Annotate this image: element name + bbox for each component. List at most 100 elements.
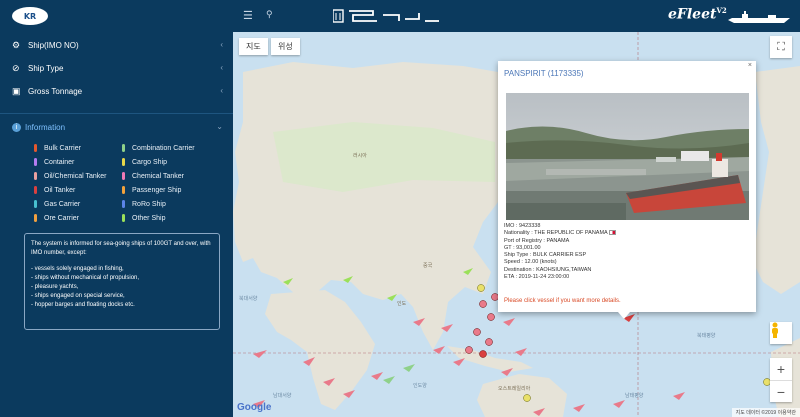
kr-logo[interactable]: KR bbox=[12, 7, 48, 25]
map-label: 인도양 bbox=[413, 383, 427, 389]
legend-label: RoRo Ship bbox=[132, 200, 166, 208]
detail-imo: IMO : 9423338 bbox=[504, 223, 541, 229]
ship-marker bbox=[487, 313, 495, 321]
briefcase-icon: ▣ bbox=[12, 86, 21, 96]
gear-icon: ⚙ bbox=[12, 40, 21, 50]
detail-nationality: Nationality : THE REPUBLIC OF PANAMA bbox=[504, 230, 616, 237]
detail-ship-type: Ship Type : BULK CARRIER ESP bbox=[504, 252, 587, 259]
map-label: 북태평양 bbox=[697, 333, 716, 339]
legend-item: Chemical Tanker bbox=[122, 170, 222, 182]
ship-pin-icon bbox=[122, 172, 125, 180]
center-logo-icon bbox=[333, 9, 439, 23]
tab-map[interactable]: 지도 bbox=[239, 38, 268, 55]
street-view-button[interactable] bbox=[770, 322, 792, 344]
legend-label: Bulk Carrier bbox=[44, 144, 81, 152]
tab-satellite[interactable]: 위성 bbox=[271, 38, 300, 55]
notice-item: - hopper barges and floating docks etc. bbox=[31, 302, 135, 308]
legend-label: Cargo Ship bbox=[132, 158, 168, 166]
legend-label: Oil/Chemical Tanker bbox=[44, 172, 107, 180]
notice-intro: The system is informed for sea-going shi… bbox=[31, 241, 211, 256]
menu-ship-type[interactable]: ⊘ Ship Type ‹ bbox=[0, 57, 233, 80]
ship-pin-icon bbox=[34, 214, 37, 222]
vessel-title: PANSPIRIT (1173335) bbox=[504, 69, 584, 78]
hamburger-icon[interactable]: ☰ bbox=[243, 9, 253, 22]
menu-label: Gross Tonnage bbox=[28, 87, 83, 96]
ship-marker bbox=[479, 300, 487, 308]
check-circle-icon: ⊘ bbox=[12, 63, 20, 73]
ship-pin-icon bbox=[34, 144, 37, 152]
legend-item: Gas Carrier bbox=[34, 198, 122, 210]
ship-pin-icon bbox=[34, 158, 37, 166]
menu-label: Ship Type bbox=[28, 64, 64, 73]
brand-fleet: Fleet bbox=[676, 6, 717, 23]
legend-label: Other Ship bbox=[132, 214, 166, 222]
more-details-hint: Please click vessel if you want more det… bbox=[504, 298, 621, 304]
chevron-down-icon: ⌄ bbox=[216, 122, 223, 131]
detail-eta: ETA : 2019-11-24 23:00:00 bbox=[504, 274, 570, 281]
vessel-details: IMO : 9423338 Nationality : THE REPUBLIC… bbox=[504, 223, 616, 281]
world-map[interactable]: 북대서양 남대서양 인도양 오스트레일리아 중국 인도 러시아 북태평양 남태평… bbox=[233, 32, 800, 417]
menu-ship-imo[interactable]: ⚙ Ship(IMO NO) ‹ bbox=[0, 34, 233, 57]
legend-item: Bulk Carrier bbox=[34, 142, 122, 154]
map-attribution[interactable]: 지도 데이터 ©2019 이용약관 bbox=[731, 408, 800, 417]
legend-item: Passenger Ship bbox=[122, 184, 222, 196]
detail-gt: GT : 93,001.00 bbox=[504, 244, 541, 251]
legend-item: RoRo Ship bbox=[122, 198, 222, 210]
close-button[interactable]: × bbox=[748, 62, 752, 69]
ship-marker bbox=[479, 350, 487, 358]
pegman-icon bbox=[772, 322, 778, 338]
map-label: 중국 bbox=[423, 263, 433, 269]
map-label: 남대서양 bbox=[273, 393, 292, 399]
legend-item: Oil/Chemical Tanker bbox=[34, 170, 122, 182]
vessel-info-popup: × PANSPIRIT (1173335) IMO: 9423338 Nati… bbox=[498, 61, 756, 319]
ship-pin-icon bbox=[34, 186, 37, 194]
sidebar-menu: ⚙ Ship(IMO NO) ‹ ⊘ Ship Type ‹ ▣ Gross T… bbox=[0, 32, 233, 136]
legend-item: Cargo Ship bbox=[122, 156, 222, 168]
popup-tail bbox=[618, 312, 630, 319]
notice-box: The system is informed for sea-going shi… bbox=[24, 233, 220, 330]
legend-label: Gas Carrier bbox=[44, 200, 81, 208]
chevron-left-icon: ‹ bbox=[220, 86, 223, 95]
map-label: 러시아 bbox=[353, 153, 367, 159]
legend-item: Combination Carrier bbox=[122, 142, 222, 154]
ship-pin-icon bbox=[122, 186, 125, 194]
ship-pin-icon bbox=[34, 172, 37, 180]
menu-label: Information bbox=[25, 122, 66, 132]
menu-label: Ship(IMO NO) bbox=[28, 41, 79, 50]
efleet-app: KR ☰ ⚲ eFleetV2 ⚙ Ship(IMO NO) ‹ ⊘ Ship … bbox=[0, 0, 800, 417]
fullscreen-button[interactable]: ⛶ bbox=[770, 36, 792, 58]
panama-flag-icon bbox=[608, 230, 616, 236]
detail-destination: Destination : KAOHSIUNG,TAIWAN bbox=[504, 266, 592, 273]
map-label: 인도 bbox=[397, 301, 407, 307]
menu-information[interactable]: i Information ⌄ bbox=[0, 113, 233, 136]
chevron-left-icon: ‹ bbox=[220, 63, 223, 72]
menu-gross-tonnage[interactable]: ▣ Gross Tonnage ‹ bbox=[0, 80, 233, 103]
google-logo: Google bbox=[237, 402, 272, 413]
legend-label: Passenger Ship bbox=[132, 186, 182, 194]
notice-item: - ships engaged on special service, bbox=[31, 293, 125, 299]
ship-pin-icon bbox=[122, 214, 125, 222]
zoom-in-button[interactable]: + bbox=[770, 358, 792, 380]
chevron-left-icon: ‹ bbox=[220, 40, 223, 49]
zoom-control: + − bbox=[770, 358, 792, 402]
ship-marker bbox=[485, 338, 493, 346]
legend-item: Container bbox=[34, 156, 122, 168]
vessel-photo bbox=[506, 93, 749, 220]
logo-text: KR bbox=[23, 11, 37, 21]
ship-pin-icon bbox=[122, 144, 125, 152]
legend-item: Other Ship bbox=[122, 212, 222, 224]
ship-marker bbox=[477, 284, 485, 292]
brand-version: V2 bbox=[716, 6, 727, 15]
legend-label: Chemical Tanker bbox=[132, 172, 185, 180]
sidebar: ⚙ Ship(IMO NO) ‹ ⊘ Ship Type ‹ ▣ Gross T… bbox=[0, 32, 233, 417]
ship-marker bbox=[465, 346, 473, 354]
info-icon: i bbox=[12, 122, 21, 132]
search-icon[interactable]: ⚲ bbox=[266, 9, 273, 20]
map-label: 북대서양 bbox=[239, 296, 258, 302]
legend-label: Combination Carrier bbox=[132, 144, 195, 152]
legend-label: Ore Carrier bbox=[44, 214, 80, 222]
zoom-out-button[interactable]: − bbox=[770, 381, 792, 403]
legend-item: Oil Tanker bbox=[34, 184, 122, 196]
legend-label: Container bbox=[44, 158, 75, 166]
fullscreen-icon: ⛶ bbox=[777, 40, 785, 53]
